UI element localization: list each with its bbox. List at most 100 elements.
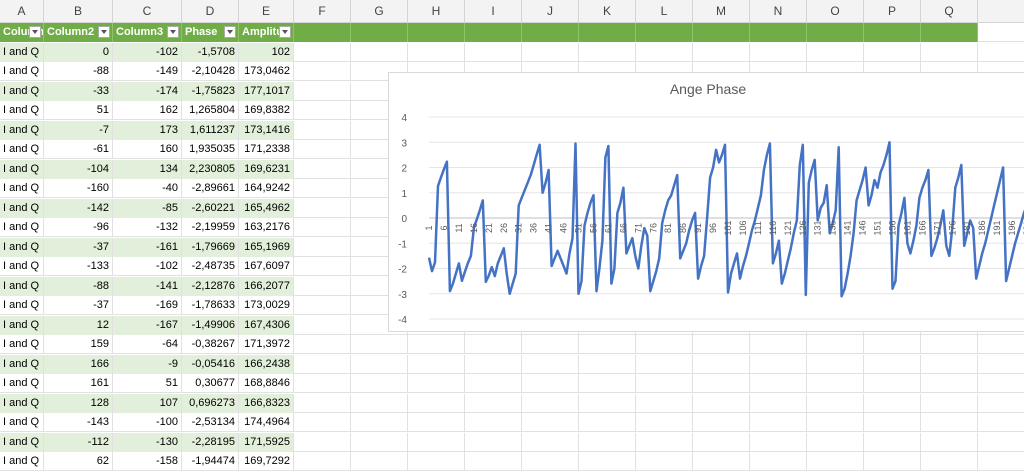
- table-cell[interactable]: -64: [113, 335, 182, 354]
- table-cell[interactable]: -169: [113, 296, 182, 315]
- table-cell[interactable]: I and Q: [0, 393, 44, 413]
- table-cell[interactable]: I and Q: [0, 42, 44, 62]
- table-cell[interactable]: I and Q: [0, 237, 44, 257]
- empty-cell[interactable]: [921, 354, 978, 374]
- table-cell[interactable]: -85: [113, 198, 182, 218]
- table-cell[interactable]: 0: [44, 42, 113, 62]
- table-cell[interactable]: I and Q: [0, 315, 44, 335]
- table-cell[interactable]: 107: [113, 393, 182, 413]
- empty-cell[interactable]: [807, 335, 864, 354]
- table-cell[interactable]: I and Q: [0, 62, 44, 81]
- empty-cell[interactable]: [408, 413, 465, 432]
- column-header-a[interactable]: A: [0, 0, 44, 22]
- table-cell[interactable]: 0,696273: [182, 393, 239, 413]
- table-cell[interactable]: -1,49906: [182, 315, 239, 335]
- table-cell[interactable]: 173,0462: [239, 62, 294, 81]
- empty-cell[interactable]: [465, 23, 522, 42]
- table-cell[interactable]: I and Q: [0, 81, 44, 101]
- empty-cell[interactable]: [750, 335, 807, 354]
- empty-cell[interactable]: [693, 23, 750, 42]
- phase-chart[interactable]: Ange Phase 4 3 2 1 0 -1 -2 -3 -4 1 6 11 16 21 26 31 36 41…: [388, 72, 1024, 332]
- empty-cell[interactable]: [750, 432, 807, 452]
- empty-cell[interactable]: [294, 159, 351, 179]
- empty-cell[interactable]: [693, 335, 750, 354]
- empty-cell[interactable]: [864, 432, 921, 452]
- empty-cell[interactable]: [864, 452, 921, 471]
- table-cell[interactable]: 173,0029: [239, 296, 294, 315]
- table-cell[interactable]: -37: [44, 296, 113, 315]
- empty-cell[interactable]: [636, 42, 693, 62]
- empty-cell[interactable]: [921, 432, 978, 452]
- table-cell[interactable]: 171,3972: [239, 335, 294, 354]
- empty-cell[interactable]: [522, 42, 579, 62]
- empty-cell[interactable]: [579, 452, 636, 471]
- table-cell[interactable]: 1,611237: [182, 120, 239, 140]
- table-cell[interactable]: I and Q: [0, 159, 44, 179]
- table-cell[interactable]: 165,1969: [239, 237, 294, 257]
- table-cell[interactable]: 159: [44, 335, 113, 354]
- table-cell[interactable]: 171,5925: [239, 432, 294, 452]
- table-cell[interactable]: I and Q: [0, 296, 44, 315]
- table-cell[interactable]: I and Q: [0, 452, 44, 471]
- empty-cell[interactable]: [465, 354, 522, 374]
- table-cell[interactable]: -174: [113, 81, 182, 101]
- empty-cell[interactable]: [294, 335, 351, 354]
- empty-cell[interactable]: [750, 413, 807, 432]
- empty-cell[interactable]: [807, 452, 864, 471]
- table-cell[interactable]: -158: [113, 452, 182, 471]
- empty-cell[interactable]: [579, 413, 636, 432]
- empty-cell[interactable]: [522, 393, 579, 413]
- table-cell[interactable]: -33: [44, 81, 113, 101]
- table-cell[interactable]: -2,48735: [182, 257, 239, 276]
- empty-cell[interactable]: [807, 393, 864, 413]
- empty-cell[interactable]: [636, 335, 693, 354]
- table-cell[interactable]: -1,5708: [182, 42, 239, 62]
- empty-cell[interactable]: [636, 354, 693, 374]
- column-header-p[interactable]: P: [864, 0, 921, 22]
- table-cell[interactable]: I and Q: [0, 354, 44, 374]
- empty-cell[interactable]: [294, 374, 351, 393]
- table-cell[interactable]: I and Q: [0, 374, 44, 393]
- empty-cell[interactable]: [579, 374, 636, 393]
- filter-dropdown-icon[interactable]: [279, 26, 291, 38]
- table-cell[interactable]: 173,1416: [239, 120, 294, 140]
- empty-cell[interactable]: [294, 296, 351, 315]
- table-cell[interactable]: I and Q: [0, 120, 44, 140]
- column-header-l[interactable]: L: [636, 0, 693, 22]
- table-cell[interactable]: 167,6097: [239, 257, 294, 276]
- empty-cell[interactable]: [408, 452, 465, 471]
- empty-cell[interactable]: [294, 218, 351, 237]
- empty-cell[interactable]: [636, 393, 693, 413]
- table-cell[interactable]: 51: [44, 101, 113, 120]
- empty-cell[interactable]: [465, 452, 522, 471]
- empty-cell[interactable]: [294, 432, 351, 452]
- empty-cell[interactable]: [522, 23, 579, 42]
- empty-cell[interactable]: [921, 374, 978, 393]
- empty-cell[interactable]: [294, 413, 351, 432]
- empty-cell[interactable]: [636, 23, 693, 42]
- table-cell[interactable]: -143: [44, 413, 113, 432]
- empty-cell[interactable]: [579, 432, 636, 452]
- table-cell[interactable]: -112: [44, 432, 113, 452]
- table-header-cell[interactable]: Column2: [44, 23, 113, 42]
- table-cell[interactable]: -104: [44, 159, 113, 179]
- table-cell[interactable]: 163,2176: [239, 218, 294, 237]
- empty-cell[interactable]: [807, 432, 864, 452]
- empty-cell[interactable]: [294, 257, 351, 276]
- empty-cell[interactable]: [522, 452, 579, 471]
- empty-cell[interactable]: [864, 354, 921, 374]
- empty-cell[interactable]: [807, 413, 864, 432]
- empty-cell[interactable]: [294, 120, 351, 140]
- table-cell[interactable]: -2,19959: [182, 218, 239, 237]
- empty-cell[interactable]: [636, 432, 693, 452]
- table-cell[interactable]: 134: [113, 159, 182, 179]
- table-cell[interactable]: -96: [44, 218, 113, 237]
- table-header-cell[interactable]: Column1: [0, 23, 44, 42]
- empty-cell[interactable]: [864, 335, 921, 354]
- empty-cell[interactable]: [522, 413, 579, 432]
- table-cell[interactable]: 177,1017: [239, 81, 294, 101]
- empty-cell[interactable]: [579, 393, 636, 413]
- table-cell[interactable]: -102: [113, 42, 182, 62]
- empty-cell[interactable]: [579, 354, 636, 374]
- table-cell[interactable]: -9: [113, 354, 182, 374]
